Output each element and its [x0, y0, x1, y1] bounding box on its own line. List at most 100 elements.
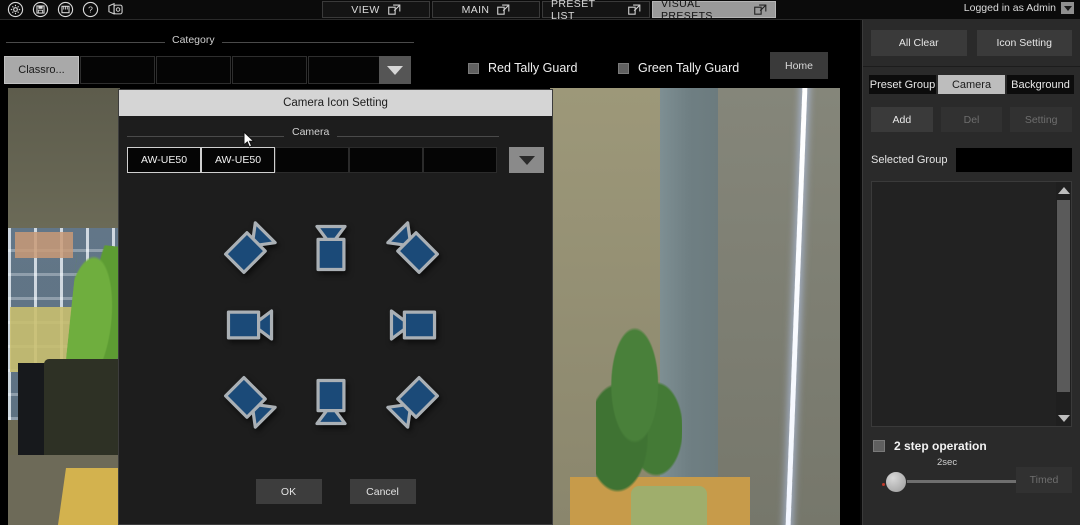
panel-top-buttons: All Clear Icon Setting: [863, 20, 1080, 66]
tab-camera-label: Camera: [951, 78, 992, 91]
external-link-icon: [754, 4, 767, 15]
camera-icon-southeast[interactable]: [382, 371, 444, 433]
selected-group-row: Selected Group: [863, 143, 1080, 181]
two-step-operation-checkbox[interactable]: [873, 440, 885, 452]
camera-slot-3[interactable]: [349, 147, 423, 173]
red-tally-guard-label: Red Tally Guard: [488, 61, 578, 75]
cancel-button-label: Cancel: [366, 485, 399, 498]
panel-tab-bar: Preset Group Camera Background: [863, 67, 1080, 94]
home-button-label: Home: [784, 59, 813, 72]
login-status[interactable]: Logged in as Admin: [964, 2, 1074, 14]
category-slot-2[interactable]: [156, 56, 231, 84]
selected-group-label: Selected Group: [871, 154, 948, 166]
tab-preset-group[interactable]: Preset Group: [869, 75, 936, 94]
timed-button[interactable]: Timed: [1016, 467, 1072, 493]
red-tally-guard-row[interactable]: Red Tally Guard: [468, 61, 577, 75]
list-scrollbar[interactable]: [1056, 182, 1071, 426]
login-status-label: Logged in as Admin: [963, 2, 1056, 14]
camera-icon-east[interactable]: [382, 294, 444, 356]
category-bar: Category Classro... Red Tally Guard Gree…: [0, 20, 860, 88]
camera-icon-southwest[interactable]: [219, 371, 281, 433]
tab-view[interactable]: VIEW: [322, 1, 430, 18]
camera-preview-left[interactable]: [8, 88, 120, 525]
camera-preview-left-image: [8, 88, 120, 525]
category-slot-0-label: Classro...: [18, 64, 65, 76]
camera-slot-4[interactable]: [423, 147, 497, 173]
camera-slot-1-label: AW-UE50: [214, 154, 262, 166]
camera-legend-label: Camera: [284, 126, 338, 138]
category-legend-label: Category: [165, 34, 222, 46]
category-slot-3[interactable]: [232, 56, 307, 84]
help-icon[interactable]: ?: [81, 0, 100, 19]
group-list[interactable]: [871, 181, 1072, 427]
icon-setting-label: Icon Setting: [996, 37, 1052, 49]
tab-visual-presets-label: VISUAL PRESETS: [661, 0, 713, 22]
svg-text:?: ?: [88, 5, 93, 15]
green-tally-guard-checkbox[interactable]: [618, 62, 629, 74]
gear-icon[interactable]: [6, 0, 25, 19]
scroll-down-arrow-icon[interactable]: [1056, 410, 1071, 426]
category-dropdown-button[interactable]: [379, 56, 411, 84]
ok-button-label: OK: [280, 485, 297, 498]
scrollbar-thumb[interactable]: [1057, 200, 1070, 392]
tab-preset-list-label: PRESET LIST: [551, 0, 596, 22]
category-slot-row: Classro...: [4, 56, 383, 84]
camera-icon-west[interactable]: [219, 294, 281, 356]
camera-preview-right-image: [550, 88, 840, 525]
camera-slot-2[interactable]: [275, 147, 349, 173]
two-step-operation-row[interactable]: 2 step operation: [863, 427, 1080, 457]
camera-slot-1[interactable]: AW-UE50: [201, 147, 275, 173]
duration-slider-handle[interactable]: [885, 471, 907, 493]
home-button[interactable]: Home: [770, 52, 828, 79]
dialog-title: Camera Icon Setting: [119, 90, 552, 116]
chevron-down-icon: [387, 65, 403, 75]
red-tally-guard-checkbox[interactable]: [468, 62, 479, 74]
setting-button-label: Setting: [1024, 113, 1058, 126]
category-slot-0[interactable]: Classro...: [4, 56, 79, 84]
cancel-button[interactable]: Cancel: [349, 479, 416, 504]
tab-camera[interactable]: Camera: [938, 75, 1005, 94]
tab-preset-group-label: Preset Group: [869, 78, 936, 91]
camera-icon-northeast[interactable]: [382, 217, 444, 279]
chevron-down-icon[interactable]: [1061, 2, 1074, 14]
setting-button[interactable]: Setting: [1010, 107, 1073, 132]
green-tally-guard-label: Green Tally Guard: [638, 61, 740, 75]
ok-button[interactable]: OK: [255, 479, 322, 504]
chevron-down-icon: [518, 155, 535, 165]
green-tally-guard-row[interactable]: Green Tally Guard: [618, 61, 739, 75]
camera-dropdown-button[interactable]: [509, 147, 544, 173]
camera-preview-right[interactable]: [550, 88, 840, 525]
tab-background[interactable]: Background: [1007, 75, 1074, 94]
category-slot-4[interactable]: [308, 56, 383, 84]
load-disk-icon[interactable]: [56, 0, 75, 19]
tab-preset-list[interactable]: PRESET LIST: [542, 0, 650, 22]
external-link-icon: [497, 4, 510, 15]
tab-background-label: Background: [1011, 78, 1070, 91]
save-disk-icon[interactable]: [31, 0, 50, 19]
add-button-label: Add: [892, 113, 912, 126]
nav-tab-bar: VIEW MAIN PRESET LIST VISUAL PRESETS: [322, 0, 776, 22]
tab-main-label: MAIN: [461, 3, 490, 16]
tab-visual-presets[interactable]: VISUAL PRESETS: [652, 0, 776, 22]
external-link-icon: [387, 4, 401, 15]
icon-setting-button[interactable]: Icon Setting: [976, 30, 1072, 56]
camera-slot-0[interactable]: AW-UE50: [127, 147, 201, 173]
all-clear-label: All Clear: [898, 37, 939, 49]
category-slot-1[interactable]: [80, 56, 155, 84]
camera-icon-south[interactable]: [300, 371, 362, 433]
del-button-label: Del: [963, 113, 980, 126]
del-button[interactable]: Del: [940, 107, 1003, 132]
tab-main[interactable]: MAIN: [432, 1, 540, 18]
camera-slot-row: AW-UE50 AW-UE50: [127, 147, 497, 173]
scroll-up-arrow-icon[interactable]: [1056, 182, 1071, 198]
duration-slider-track[interactable]: [893, 480, 1033, 483]
camera-icon-north[interactable]: [300, 217, 362, 279]
timed-button-label: Timed: [1029, 474, 1059, 486]
camera-tool-icon[interactable]: [106, 0, 125, 19]
slider-min-marker: [882, 483, 885, 486]
application-window: ? VIEW MAIN PRESET LIST VISUAL PRESETS L…: [0, 0, 1080, 525]
camera-icon-northwest[interactable]: [219, 217, 281, 279]
add-button[interactable]: Add: [871, 107, 933, 132]
selected-group-value[interactable]: [956, 148, 1072, 172]
all-clear-button[interactable]: All Clear: [871, 30, 967, 56]
